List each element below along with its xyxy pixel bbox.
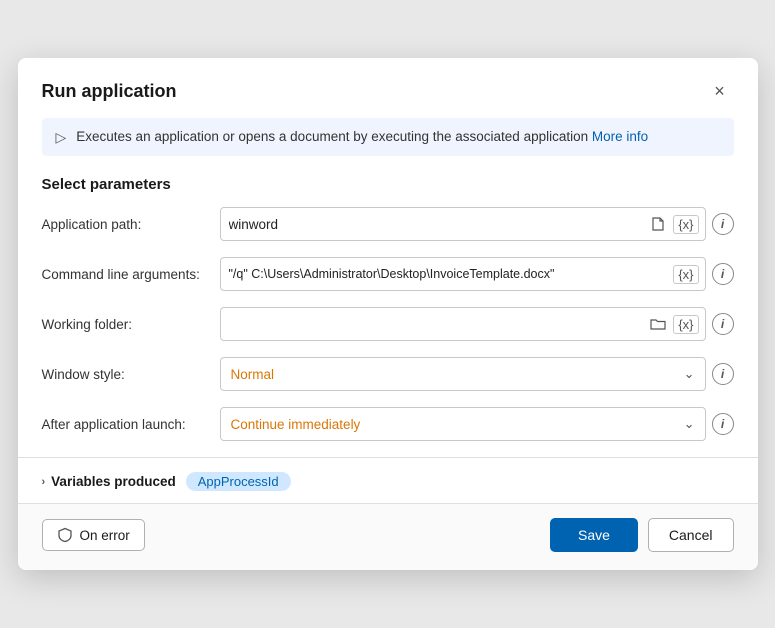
application-path-label: Application path: — [42, 217, 212, 232]
variables-row: › Variables produced AppProcessId — [18, 470, 758, 503]
window-style-row: Window style: Normal ⌄ i — [42, 357, 734, 391]
curly-braces-button-workfolder[interactable]: {x} — [673, 315, 698, 334]
cancel-button[interactable]: Cancel — [648, 518, 734, 552]
after-launch-select[interactable]: Continue immediately ⌄ — [220, 407, 706, 441]
command-line-input-wrapper: {x} — [220, 257, 706, 291]
info-banner-text: Executes an application or opens a docum… — [76, 128, 648, 147]
footer-right-buttons: Save Cancel — [550, 518, 734, 552]
more-info-link[interactable]: More info — [592, 129, 648, 144]
command-line-control: {x} i — [220, 257, 734, 291]
variable-badge-appprocessid: AppProcessId — [186, 472, 291, 491]
info-button-winstyle[interactable]: i — [712, 363, 734, 385]
on-error-label: On error — [80, 528, 130, 543]
window-style-chevron-icon: ⌄ — [684, 366, 695, 382]
parameters-area: Application path: {x} i — [18, 207, 758, 441]
dialog-footer: On error Save Cancel — [18, 503, 758, 570]
command-line-input[interactable] — [229, 258, 670, 290]
after-launch-control: Continue immediately ⌄ i — [220, 407, 734, 441]
variables-toggle-label: Variables produced — [51, 474, 176, 489]
dialog-header: Run application × — [18, 58, 758, 118]
command-line-label: Command line arguments: — [42, 267, 212, 282]
window-style-value: Normal — [231, 367, 275, 382]
shield-icon — [57, 527, 73, 543]
after-launch-row: After application launch: Continue immed… — [42, 407, 734, 441]
application-path-row: Application path: {x} i — [42, 207, 734, 241]
working-folder-input[interactable] — [229, 308, 644, 340]
working-folder-control: {x} i — [220, 307, 734, 341]
variables-toggle[interactable]: › Variables produced — [42, 474, 176, 489]
curly-braces-button-apppath[interactable]: {x} — [673, 215, 698, 234]
info-button-apppath[interactable]: i — [712, 213, 734, 235]
working-folder-row: Working folder: {x} i — [42, 307, 734, 341]
window-style-control: Normal ⌄ i — [220, 357, 734, 391]
divider — [18, 457, 758, 458]
on-error-button[interactable]: On error — [42, 519, 145, 551]
window-style-select[interactable]: Normal ⌄ — [220, 357, 706, 391]
play-icon: ▷ — [56, 129, 67, 146]
working-folder-label: Working folder: — [42, 317, 212, 332]
file-browse-button[interactable] — [647, 214, 669, 234]
info-banner: ▷ Executes an application or opens a doc… — [42, 118, 734, 157]
info-button-cmdline[interactable]: i — [712, 263, 734, 285]
close-button[interactable]: × — [706, 78, 734, 106]
info-button-afterlaunch[interactable]: i — [712, 413, 734, 435]
dialog-title: Run application — [42, 81, 177, 102]
after-launch-chevron-icon: ⌄ — [684, 416, 695, 432]
curly-braces-button-cmdline[interactable]: {x} — [673, 265, 698, 284]
variables-chevron-icon: › — [42, 476, 46, 488]
save-button[interactable]: Save — [550, 518, 638, 552]
folder-browse-button[interactable] — [647, 315, 669, 333]
command-line-row: Command line arguments: {x} i — [42, 257, 734, 291]
working-folder-input-wrapper: {x} — [220, 307, 706, 341]
application-path-input-wrapper: {x} — [220, 207, 706, 241]
run-application-dialog: Run application × ▷ Executes an applicat… — [18, 58, 758, 571]
after-launch-label: After application launch: — [42, 417, 212, 432]
window-style-label: Window style: — [42, 367, 212, 382]
info-button-workfolder[interactable]: i — [712, 313, 734, 335]
after-launch-value: Continue immediately — [231, 417, 361, 432]
application-path-control: {x} i — [220, 207, 734, 241]
application-path-input[interactable] — [229, 208, 644, 240]
section-title: Select parameters — [18, 172, 758, 207]
